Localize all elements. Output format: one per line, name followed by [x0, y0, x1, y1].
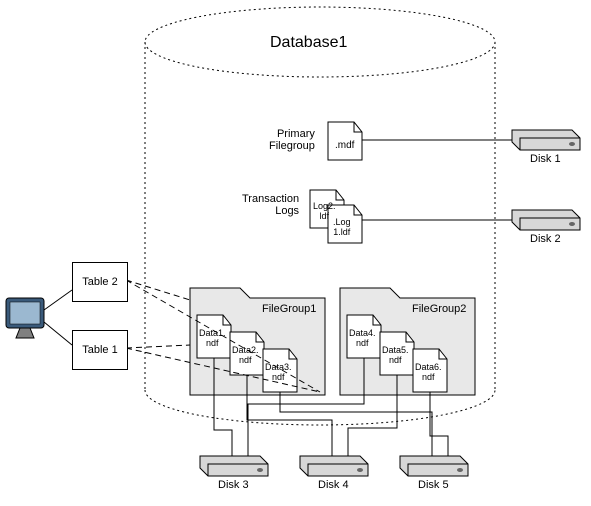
data2-file-label: Data2. ndf: [232, 346, 259, 366]
disk4-label: Disk 4: [318, 479, 349, 491]
disk2-icon: [512, 210, 580, 230]
db-title: Database1: [270, 34, 347, 52]
disk4-icon: [300, 456, 368, 476]
monitor-icon: [6, 298, 44, 338]
table1-box: Table 1: [72, 330, 128, 370]
filegroup2-label: FileGroup2: [412, 303, 466, 315]
disk2-label: Disk 2: [530, 233, 561, 245]
data3-file-label: Data3. ndf: [265, 363, 292, 383]
table2-box: Table 2: [72, 262, 128, 302]
primary-filegroup-label: Primary Filegroup: [269, 128, 315, 152]
filegroup1-label: FileGroup1: [262, 303, 316, 315]
log1-file-label: .Log 1.ldf: [333, 218, 351, 238]
table1-label: Table 1: [82, 344, 117, 356]
data6-file-label: Data6. ndf: [415, 363, 442, 383]
disk5-icon: [400, 456, 468, 476]
disk3-label: Disk 3: [218, 479, 249, 491]
disk1-label: Disk 1: [530, 153, 561, 165]
table2-label: Table 2: [82, 276, 117, 288]
transaction-logs-label: Transaction Logs: [242, 193, 299, 217]
disk1-icon: [512, 130, 580, 150]
data1-file-label: Data1. ndf: [199, 329, 226, 349]
mdf-file-label: .mdf: [335, 140, 354, 151]
data4-file-label: Data4. ndf: [349, 329, 376, 349]
disk5-label: Disk 5: [418, 479, 449, 491]
data5-file-label: Data5. ndf: [382, 346, 409, 366]
disk3-icon: [200, 456, 268, 476]
